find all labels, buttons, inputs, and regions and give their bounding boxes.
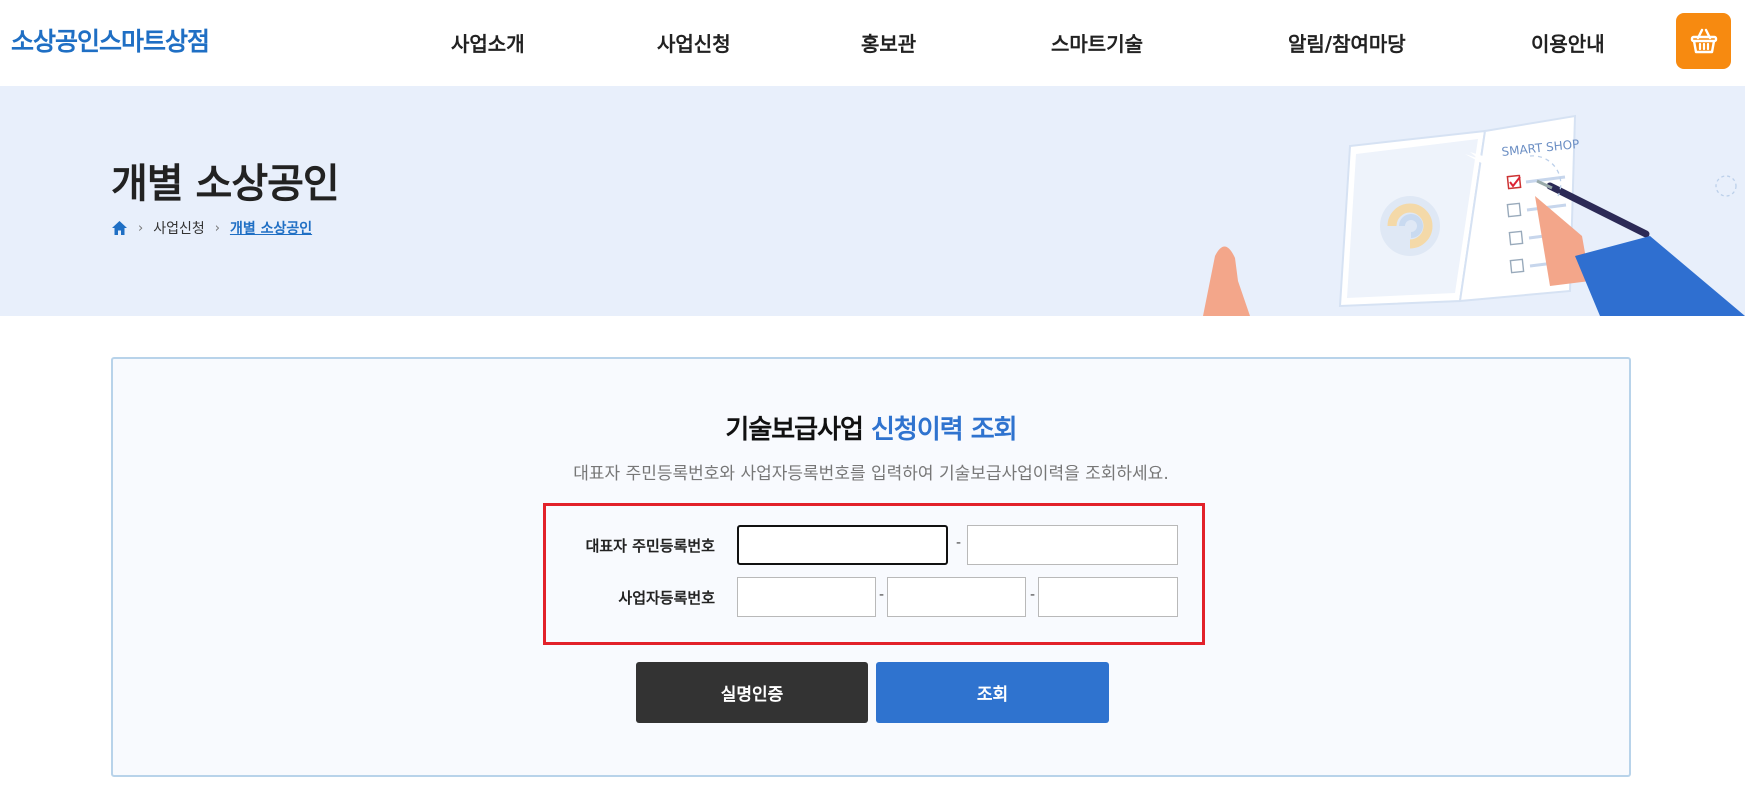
breadcrumb-item-current[interactable]: 개별 소상공인 [230,218,312,238]
nav-item-business-intro[interactable]: 사업소개 [451,28,525,57]
chevron-right-icon: › [214,220,220,236]
rrn-separator: - [956,535,962,551]
brn-separator-1: - [879,587,885,603]
brn-label: 사업자등록번호 [618,589,715,607]
search-button[interactable]: 조회 [876,662,1109,723]
cart-button[interactable] [1676,13,1731,69]
rrn-second-input[interactable] [967,525,1178,565]
lookup-card: 기술보급사업 신청이력 조회 대표자 주민등록번호와 사업자등록번호를 입력하여… [111,357,1631,777]
nav-item-promotion[interactable]: 홍보관 [861,28,916,57]
nav-item-smart-tech[interactable]: 스마트기술 [1051,28,1143,57]
title-main: 기술보급사업 [725,415,864,445]
rrn-first-input[interactable] [737,525,948,565]
title-accent: 신청이력 조회 [871,415,1018,445]
home-icon[interactable] [111,220,128,236]
page-banner: 개별 소상공인 › 사업신청 › 개별 소상공인 SMART SHOP [0,86,1745,316]
page-title: 개별 소상공인 [111,161,340,207]
rrn-label: 대표자 주민등록번호 [585,537,715,555]
nav-item-business-apply[interactable]: 사업신청 [657,28,731,57]
card-description: 대표자 주민등록번호와 사업자등록번호를 입력하여 기술보급사업이력을 조회하세… [573,464,1169,484]
chevron-right-icon: › [138,220,144,236]
nav-item-notice[interactable]: 알림/참여마당 [1288,28,1406,57]
breadcrumb-item-apply[interactable]: 사업신청 [153,218,205,238]
banner-illustration: SMART SHOP [1203,114,1745,316]
nav-item-guide[interactable]: 이용안내 [1531,28,1605,57]
brn-first-input[interactable] [737,577,876,617]
site-logo[interactable]: 소상공인스마트상점 [11,22,210,58]
verify-name-button[interactable]: 실명인증 [636,662,868,723]
site-header: 소상공인스마트상점 사업소개 사업신청 홍보관 스마트기술 알림/참여마당 이용… [0,0,1745,86]
shopping-basket-icon [1690,28,1717,54]
card-title: 기술보급사업 신청이력 조회 [113,409,1629,446]
breadcrumb: › 사업신청 › 개별 소상공인 [111,218,312,238]
brn-second-input[interactable] [887,577,1026,617]
brn-third-input[interactable] [1038,577,1178,617]
brn-separator-2: - [1030,587,1036,603]
